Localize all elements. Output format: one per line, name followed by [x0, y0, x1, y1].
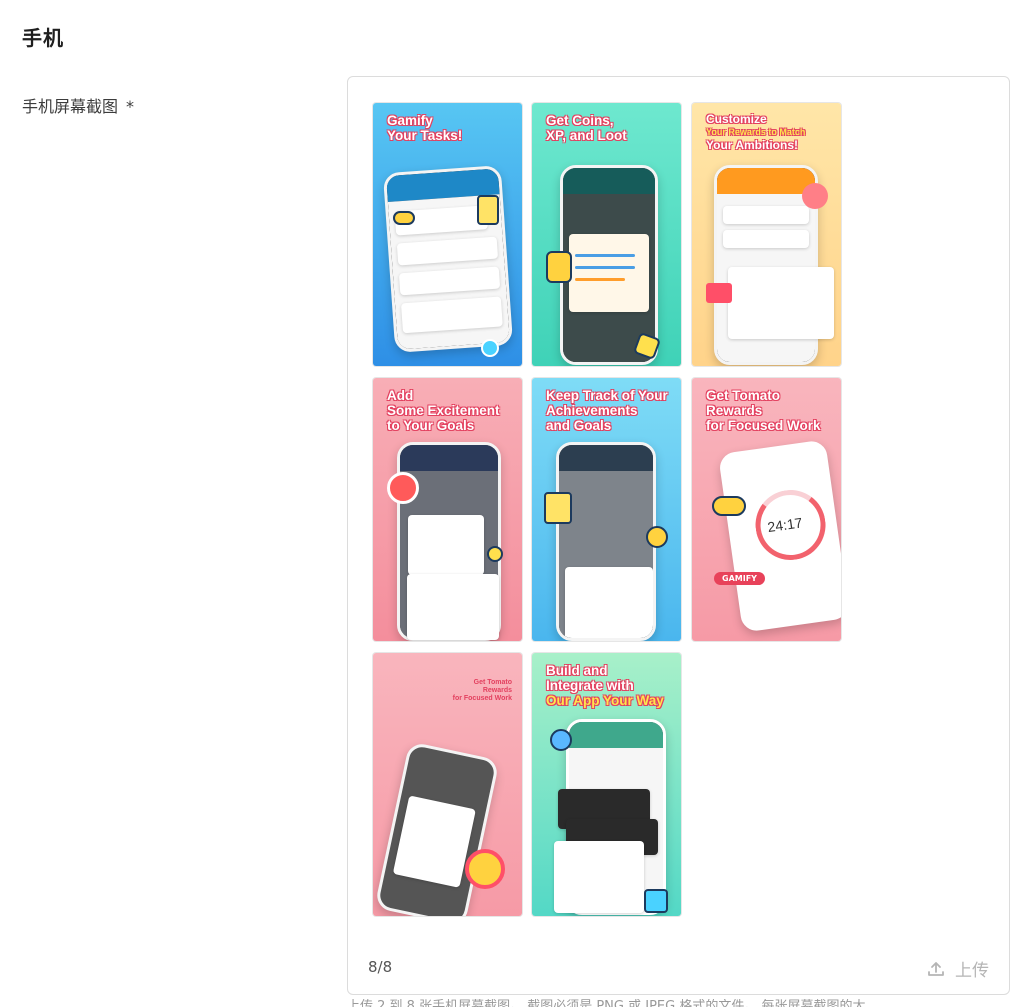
screenshot-thumbnail-6[interactable]: Get Tomato Rewards for Focused Work 24:1… [692, 378, 841, 641]
screenshot-headline: Get Coins, XP, and Loot [546, 113, 627, 143]
coins-icon [546, 251, 572, 283]
blocks-icon [644, 889, 668, 913]
target-icon [387, 472, 419, 504]
upload-button[interactable]: 上传 [927, 956, 989, 981]
phone-mockup [382, 165, 514, 353]
upload-icon [928, 961, 944, 976]
folder-icon [706, 283, 732, 303]
screenshot-thumbnail-7[interactable]: Get Tomato Rewards for Focused Work [373, 653, 522, 916]
screenshot-thumbnail-8[interactable]: Build and Integrate with Our App Your Wa… [532, 653, 681, 916]
screenshot-thumbnail-4[interactable]: Add Some Excitement to Your Goals [373, 378, 522, 641]
notepad-icon [477, 195, 499, 225]
pie-chart-icon [646, 526, 668, 548]
gamepad-icon [393, 211, 415, 225]
phone-mockup [374, 741, 500, 916]
upload-button-label: 上传 [955, 961, 989, 981]
field-label: 手机屏幕截图 * [22, 93, 134, 117]
screenshot-headline: Get Tomato Rewards for Focused Work [706, 388, 821, 433]
gamepad-icon [712, 496, 746, 516]
phone-mockup [556, 442, 656, 641]
screenshot-thumbnail-3[interactable]: Customize Your Rewards to Match Your Amb… [692, 103, 841, 366]
gear-icon [550, 729, 572, 751]
screenshot-thumbnail-5[interactable]: Keep Track of Your Achievements and Goal… [532, 378, 681, 641]
focus-settings-panel [554, 841, 644, 913]
screenshot-thumbnail-1[interactable]: Gamify Your Tasks! [373, 103, 522, 366]
screenshot-count: 8/8 [368, 958, 393, 976]
screenshot-headline: Build and Integrate with Our App Your Wa… [546, 663, 664, 708]
helper-text: 上传 2 到 8 张手机屏幕截图。 截图必须是 PNG 或 JPEG 格式的文件… [347, 999, 866, 1007]
puzzle-icon [802, 183, 828, 209]
screenshot-headline: Add Some Excitement to Your Goals [387, 388, 500, 433]
field-label-text: 手机屏幕截图 [22, 97, 119, 116]
gamify-badge: GAMIFY [714, 572, 765, 585]
probability-dialog [407, 574, 499, 640]
screenshot-upload-area: Gamify Your Tasks! Get Coins, XP, and Lo [347, 76, 1010, 995]
phone-mockup: 24:17 [717, 439, 841, 633]
checklist-icon [544, 492, 572, 524]
required-mark: * [126, 97, 135, 116]
screenshot-thumbnail-2[interactable]: Get Coins, XP, and Loot [532, 103, 681, 366]
add-icon [481, 339, 499, 357]
screenshot-headline: Get Tomato Rewards for Focused Work [452, 679, 512, 702]
alarm-clock-icon [465, 849, 505, 889]
screenshot-headline: Gamify Your Tasks! [387, 113, 463, 143]
section-title: 手机 [22, 26, 64, 50]
screenshot-headline: Customize Your Rewards to Match Your Amb… [706, 112, 806, 152]
screenshot-headline: Keep Track of Your Achievements and Goal… [546, 388, 668, 433]
dot-icon [487, 546, 503, 562]
reward-dialog [728, 267, 834, 339]
